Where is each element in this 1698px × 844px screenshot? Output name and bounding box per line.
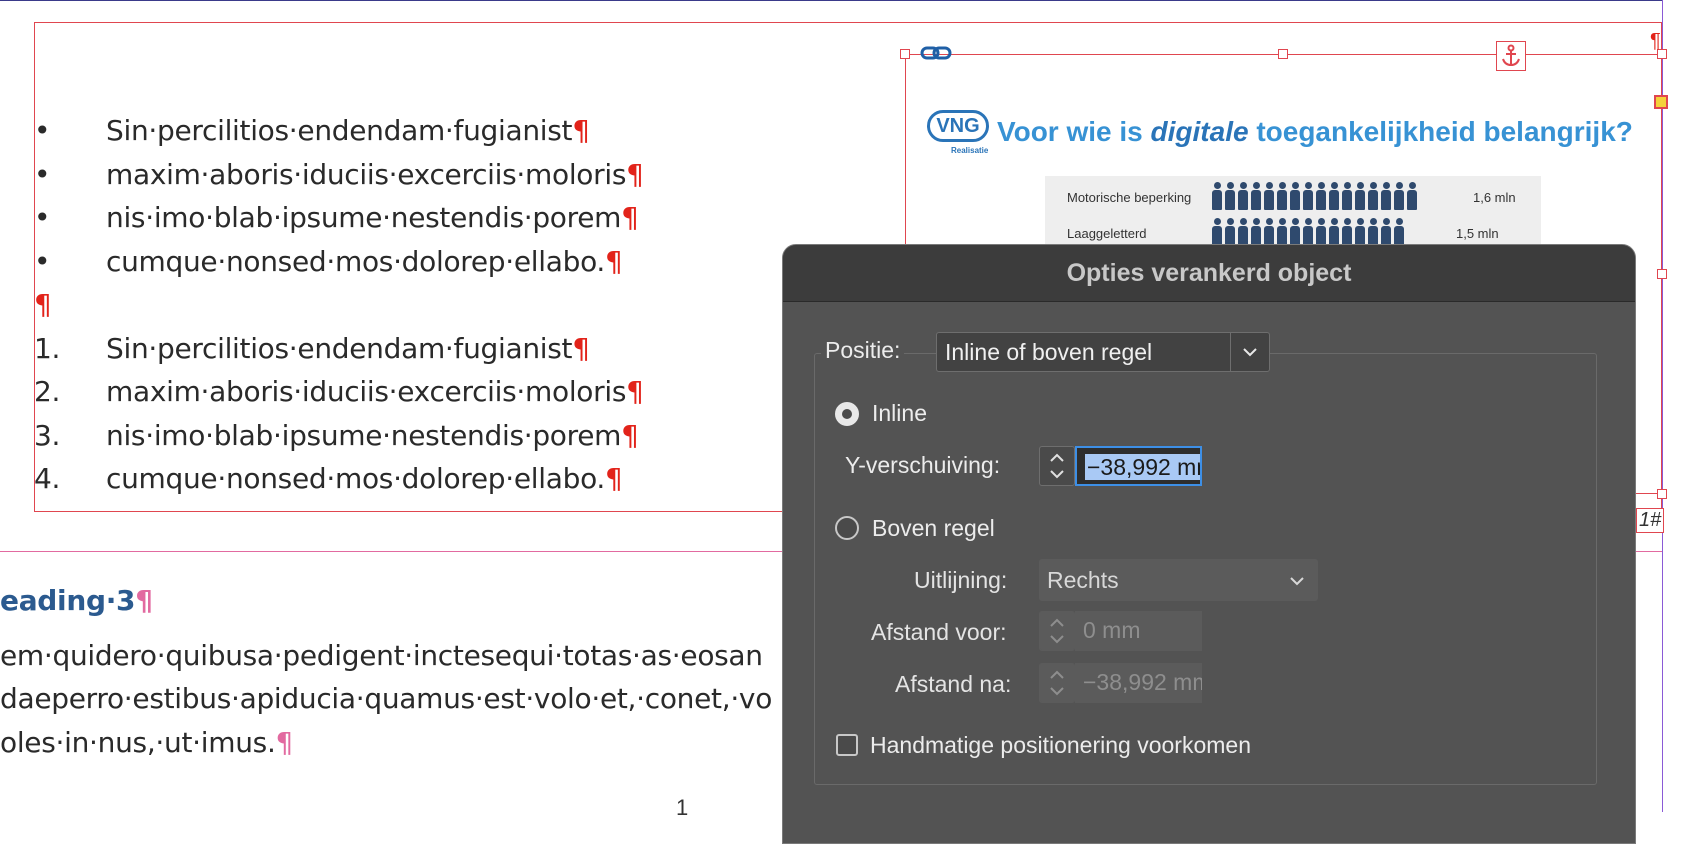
position-select-button[interactable] [1230,333,1269,371]
pilcrow-mark: ¶ [626,158,644,191]
pilcrow-mark: ¶ [572,332,590,365]
pilcrow-mark: ¶ [135,584,153,617]
above-line-label[interactable]: Boven regel [872,515,995,542]
alignment-label: Uitlijning: [914,567,1008,593]
position-label: Positie: [821,337,905,364]
y-offset-label: Y-verschuiving: [845,452,1001,478]
empty-paragraph[interactable]: ¶ [34,288,52,321]
y-offset-input[interactable]: −38,992 mm [1075,446,1202,486]
frame-pilcrow-mark: ¶ [1650,30,1661,52]
pilcrow-mark: ¶ [605,245,623,278]
anchor-marker: 1# [1636,508,1665,533]
chevron-down-icon [1243,348,1257,357]
body-line: oles·in·nus,·ut·imus.¶ [0,726,294,759]
position-select[interactable]: Inline of boven regel [936,332,1270,372]
anchored-object-options-dialog: Opties verankerd object Positie: Inline … [782,244,1636,844]
space-after-label: Afstand na: [895,671,1012,697]
body-line: em·quidero·quibusa·pedigent·inctesequi·t… [0,639,763,672]
list-item: • [34,158,51,191]
bullet-marker: • [34,201,51,234]
frame-handle-middle-right[interactable] [1657,269,1667,279]
position-select-value: Inline of boven regel [945,339,1153,365]
margin-guide-right [1662,0,1663,812]
list-item-text[interactable]: cumque·nonsed·mos·dolorep·ellabo.¶ [106,245,623,278]
frame-handle-top-middle[interactable] [1278,49,1288,59]
list-item: • [34,245,51,278]
inline-radio[interactable] [835,402,859,426]
alignment-select[interactable]: Rechts [1039,559,1318,601]
prevent-manual-checkbox[interactable] [836,734,858,756]
stepper-arrows-icon [1050,453,1064,479]
inline-label[interactable]: Inline [872,400,927,427]
list-item-text[interactable]: nis·imo·blab·ipsume·nestendis·porem¶ [106,201,639,234]
list-item-text[interactable]: Sin·percilitios·endendam·fugianist¶ [106,114,590,147]
dialog-title: Opties verankerd object [1066,259,1352,287]
page-top-edge [0,0,1662,1]
pilcrow-mark: ¶ [275,726,294,759]
stepper-arrows-icon [1050,618,1064,644]
body-line: daeperro·estibus·apiducia·quamus·est·vol… [0,682,773,715]
space-before-label: Afstand voor: [871,619,1007,645]
bullet-marker: • [34,245,51,278]
list-item-text[interactable]: maxim·aboris·iduciis·excerciis·moloris¶ [106,158,644,191]
space-after-input: −38,992 mm [1075,663,1202,703]
alignment-select-value: Rechts [1047,567,1119,593]
list-item: • [34,201,51,234]
space-before-stepper [1039,611,1075,651]
list-item-text[interactable]: Sin·percilitios·endendam·fugianist¶ [106,332,590,365]
frame-handle-top-left[interactable] [900,49,910,59]
space-before-input: 0 mm [1075,611,1202,651]
pilcrow-mark: ¶ [626,375,644,408]
stepper-arrows-icon [1050,670,1064,696]
bullet-marker: • [34,114,51,147]
footnote-marker: 1 [676,795,689,820]
heading-3[interactable]: eading·3¶ [0,584,153,617]
list-item-text[interactable]: nis·imo·blab·ipsume·nestendis·porem¶ [106,419,639,452]
frame-handle-bottom-right[interactable] [1657,489,1667,499]
frame-resize-handle[interactable] [1654,95,1668,109]
pilcrow-mark: ¶ [605,462,623,495]
bullet-marker: • [34,158,51,191]
pilcrow-mark: ¶ [572,114,590,147]
space-after-stepper [1039,663,1075,703]
y-offset-stepper[interactable] [1039,446,1075,486]
chain-link-icon[interactable] [920,44,952,62]
above-line-radio[interactable] [835,516,859,540]
pilcrow-mark: ¶ [621,201,639,234]
pilcrow-mark: ¶ [621,419,639,452]
list-number: 1. [34,332,61,365]
anchor-icon[interactable] [1496,41,1526,71]
list-item-text[interactable]: cumque·nonsed·mos·dolorep·ellabo.¶ [106,462,623,495]
list-number: 4. [34,462,61,495]
list-number: 2. [34,375,61,408]
chevron-down-icon [1290,577,1304,586]
list-item-text[interactable]: maxim·aboris·iduciis·excerciis·moloris¶ [106,375,644,408]
list-item: • [34,114,51,147]
list-number: 3. [34,419,61,452]
pilcrow-mark: ¶ [34,288,52,321]
prevent-manual-label[interactable]: Handmatige positionering voorkomen [870,732,1251,759]
